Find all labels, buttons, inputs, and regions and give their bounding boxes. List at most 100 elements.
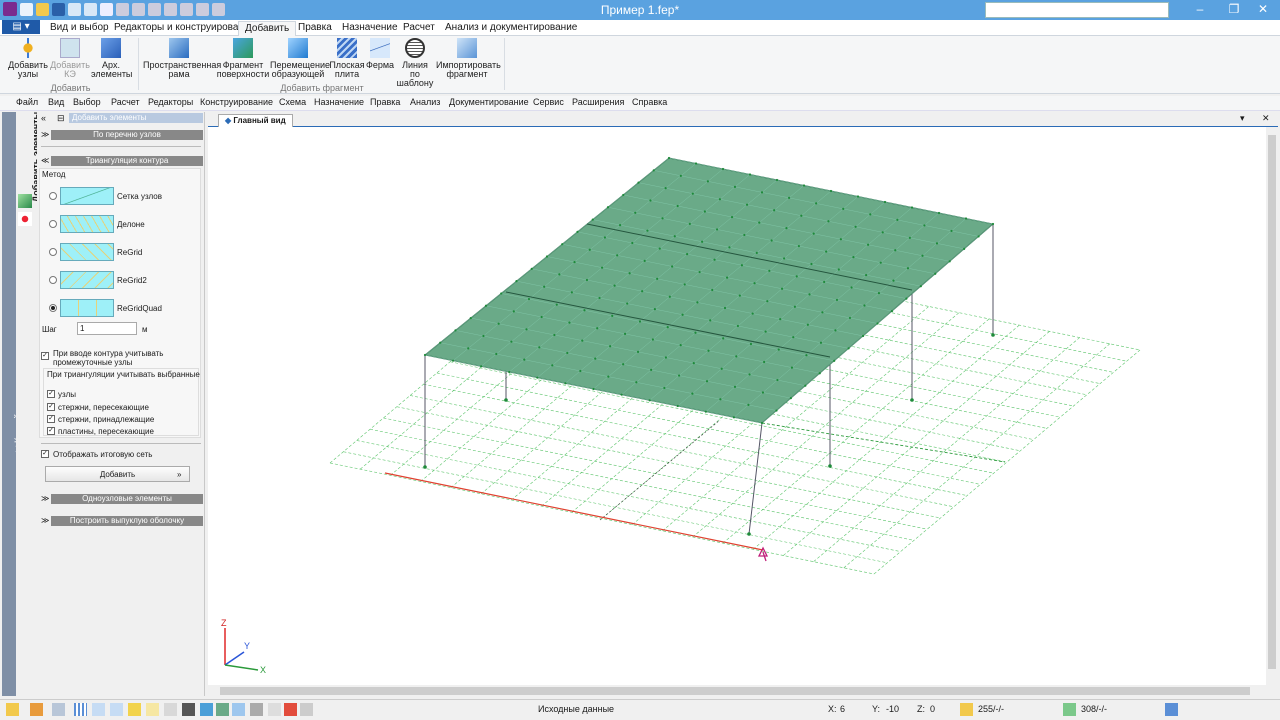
plate-node[interactable] bbox=[711, 288, 714, 292]
plate-node[interactable] bbox=[616, 254, 619, 257]
plate-node[interactable] bbox=[760, 191, 764, 194]
plate-node[interactable] bbox=[850, 286, 853, 289]
plate-node[interactable] bbox=[948, 260, 951, 263]
plate-node[interactable] bbox=[701, 240, 704, 243]
plate-node[interactable] bbox=[540, 315, 543, 319]
plate-node[interactable] bbox=[568, 321, 571, 324]
plate-node[interactable] bbox=[751, 312, 754, 315]
plate-node[interactable] bbox=[622, 193, 625, 197]
plate-node[interactable] bbox=[583, 309, 586, 312]
tab-add[interactable]: Добавить bbox=[238, 21, 297, 36]
plate-node[interactable] bbox=[696, 301, 699, 304]
load-icon[interactable] bbox=[200, 703, 213, 716]
plate-node[interactable] bbox=[721, 167, 725, 171]
arch-elements-button[interactable]: Арх. элементы bbox=[91, 38, 132, 79]
eraser-tool-icon[interactable] bbox=[268, 703, 281, 716]
plate-node[interactable] bbox=[921, 254, 924, 257]
plate-node[interactable] bbox=[510, 340, 513, 343]
plate-node[interactable] bbox=[683, 283, 686, 286]
plate-node[interactable] bbox=[641, 290, 644, 293]
plate-node[interactable] bbox=[673, 235, 676, 238]
plate-node[interactable] bbox=[570, 291, 573, 294]
support-node[interactable] bbox=[504, 398, 508, 402]
plate-node[interactable] bbox=[698, 270, 701, 274]
plate-node[interactable] bbox=[676, 204, 679, 208]
mode-icon-1[interactable] bbox=[18, 194, 32, 208]
plate-node[interactable] bbox=[553, 333, 556, 337]
plate-node[interactable] bbox=[482, 334, 485, 338]
plate-node[interactable] bbox=[719, 398, 722, 401]
plate-node[interactable] bbox=[725, 276, 729, 279]
add-button[interactable]: Добавить bbox=[45, 466, 190, 482]
plate-node[interactable] bbox=[829, 189, 833, 193]
menu-construct[interactable]: Конструирование bbox=[200, 97, 273, 107]
menu-edit[interactable]: Правка bbox=[370, 97, 400, 107]
checkbox-bars-belonging[interactable]: ✓ bbox=[47, 415, 55, 423]
plate-node[interactable] bbox=[723, 306, 727, 310]
plate-node[interactable] bbox=[671, 265, 674, 268]
support-node[interactable] bbox=[828, 464, 832, 468]
plate-node[interactable] bbox=[663, 386, 666, 390]
collapse-icon[interactable]: ≪ bbox=[41, 156, 49, 165]
plate-node[interactable] bbox=[935, 242, 939, 245]
plate-node[interactable] bbox=[656, 277, 659, 280]
menu-editors[interactable]: Редакторы bbox=[148, 97, 193, 107]
plate-node[interactable] bbox=[720, 367, 723, 370]
plate-node[interactable] bbox=[863, 304, 866, 307]
spatial-frame-button[interactable]: Пространственная рама bbox=[143, 38, 221, 79]
plate-node[interactable] bbox=[688, 222, 691, 225]
section-convex-hull[interactable]: Построить выпуклую оболочку bbox=[51, 516, 203, 526]
plate-node[interactable] bbox=[730, 215, 734, 219]
checkbox-intermediate-nodes[interactable]: ✓ bbox=[41, 352, 49, 360]
close-button[interactable]: ✕ bbox=[1252, 1, 1274, 17]
plate-node[interactable] bbox=[775, 178, 779, 182]
plate-node[interactable] bbox=[705, 380, 709, 383]
plate-node[interactable] bbox=[651, 338, 654, 341]
plate-node[interactable] bbox=[686, 253, 689, 256]
plate-node[interactable] bbox=[768, 269, 771, 272]
flat-plate-button[interactable]: Плоская плита bbox=[328, 38, 366, 79]
menu-assign[interactable]: Назначение bbox=[314, 97, 364, 107]
plate-node[interactable] bbox=[789, 397, 792, 400]
section-display-icon[interactable] bbox=[232, 703, 245, 716]
plate-node[interactable] bbox=[545, 255, 549, 258]
plate-node[interactable] bbox=[800, 214, 803, 217]
plate-node[interactable] bbox=[558, 273, 561, 276]
search-input[interactable] bbox=[985, 2, 1169, 18]
plate-node[interactable] bbox=[598, 296, 601, 300]
plate-node[interactable] bbox=[905, 297, 908, 300]
plate-node[interactable] bbox=[649, 199, 652, 202]
radio-regrid2[interactable] bbox=[49, 276, 57, 284]
plate-node[interactable] bbox=[934, 272, 937, 275]
plate-node[interactable] bbox=[530, 267, 533, 270]
plate-node[interactable] bbox=[650, 368, 653, 371]
plate-node[interactable] bbox=[753, 282, 756, 285]
plate-node[interactable] bbox=[745, 203, 749, 206]
plate-node[interactable] bbox=[512, 310, 515, 313]
view-icon[interactable] bbox=[52, 703, 65, 716]
expand-icon[interactable]: ≫ bbox=[41, 130, 49, 139]
plate-node[interactable] bbox=[787, 196, 791, 199]
collapse-panel-icon[interactable]: « bbox=[41, 113, 46, 123]
plate-node[interactable] bbox=[704, 410, 707, 413]
plate-node[interactable] bbox=[454, 329, 457, 332]
section-by-node-list[interactable]: По перечню узлов bbox=[51, 130, 203, 140]
expand-icon[interactable]: ≫ bbox=[41, 516, 49, 525]
plate-node[interactable] bbox=[579, 369, 582, 373]
plate-node[interactable] bbox=[581, 339, 584, 342]
plate-node[interactable] bbox=[609, 345, 612, 348]
plate-node[interactable] bbox=[834, 329, 837, 332]
section-triangulate-contour[interactable]: Триангуляция контура bbox=[51, 156, 203, 166]
plate-node[interactable] bbox=[508, 370, 511, 374]
menu-file[interactable]: Файл bbox=[16, 97, 38, 107]
support-display-icon[interactable] bbox=[284, 703, 297, 716]
plate-node[interactable] bbox=[667, 156, 671, 160]
plate-node[interactable] bbox=[847, 347, 850, 350]
plate-node[interactable] bbox=[588, 248, 591, 251]
tab-main-view[interactable]: ◆ Главный вид bbox=[218, 114, 293, 127]
plate-node[interactable] bbox=[856, 195, 860, 198]
plate-node[interactable] bbox=[538, 346, 541, 349]
measure-icon[interactable] bbox=[164, 703, 177, 716]
plate-node[interactable] bbox=[469, 316, 472, 320]
plate-node[interactable] bbox=[821, 311, 824, 314]
